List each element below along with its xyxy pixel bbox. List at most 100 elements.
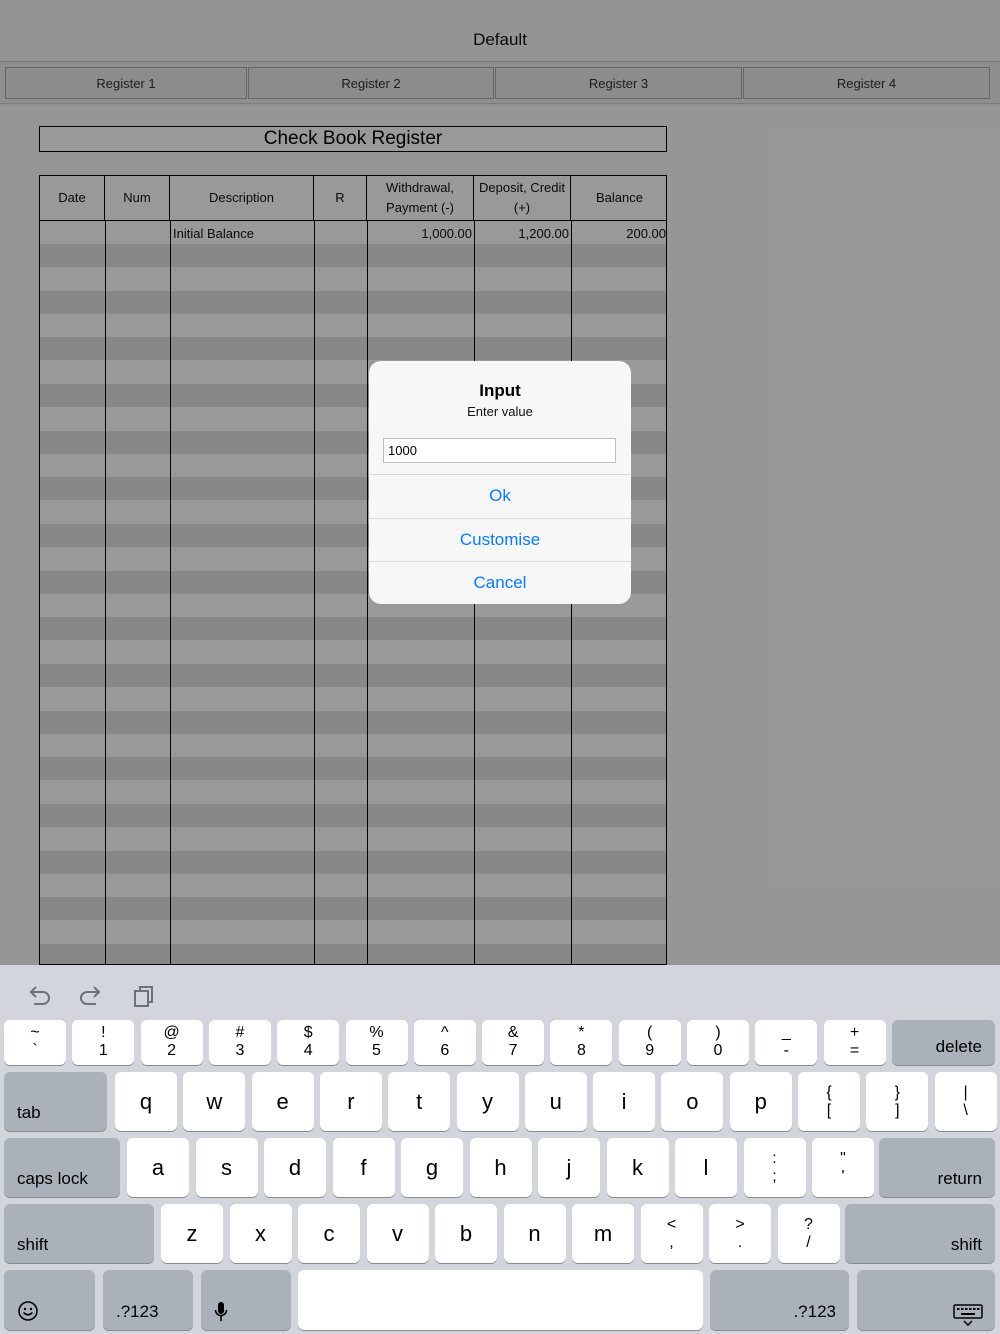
key-label: d	[288, 1154, 302, 1180]
keyboard-key[interactable]: v	[366, 1204, 429, 1263]
keyboard-key[interactable]: n	[503, 1204, 566, 1263]
keyboard-key[interactable]: y	[456, 1072, 519, 1131]
key-label: # 3	[235, 1024, 245, 1059]
keyboard-key[interactable]: t	[388, 1072, 451, 1131]
keyboard-key[interactable]: z	[161, 1204, 223, 1263]
keyboard-key[interactable]: q	[115, 1072, 177, 1131]
numbers-key-left[interactable]: .?123	[103, 1270, 193, 1330]
numbers-key-right[interactable]: .?123	[710, 1270, 849, 1330]
key-label: l	[703, 1154, 709, 1180]
caps-lock-key[interactable]: caps lock	[4, 1138, 120, 1197]
keyboard-key[interactable]: p	[729, 1072, 792, 1131]
emoji-icon	[18, 1301, 38, 1321]
keyboard-key[interactable]: ) 0	[687, 1020, 749, 1065]
numbers-key-left-label: .?123	[116, 1302, 159, 1321]
caps-lock-key-label: caps lock	[17, 1169, 88, 1188]
tab-key-label: tab	[17, 1103, 41, 1122]
keyboard-key[interactable]: i	[593, 1072, 656, 1131]
key-label: + =	[849, 1024, 860, 1059]
key-label: ! 1	[98, 1024, 108, 1059]
keyboard-key[interactable]: < ,	[640, 1204, 703, 1263]
keyboard-key[interactable]: a	[127, 1138, 189, 1197]
key-label: h	[494, 1154, 507, 1180]
keyboard-key[interactable]: ~ `	[4, 1020, 66, 1065]
keyboard-key[interactable]: f	[332, 1138, 395, 1197]
key-label: g	[425, 1154, 439, 1180]
keyboard-key[interactable]: b	[435, 1204, 497, 1263]
key-label: % 5	[369, 1024, 384, 1059]
hide-keyboard-key[interactable]	[857, 1270, 995, 1330]
key-label: s	[221, 1154, 232, 1180]
emoji-key[interactable]	[4, 1270, 95, 1330]
key-label: ) 0	[713, 1024, 723, 1059]
key-label: _ -	[781, 1024, 791, 1059]
keyboard-key[interactable]: { [	[798, 1072, 860, 1131]
keyboard-key[interactable]: o	[661, 1072, 724, 1131]
keyboard-key[interactable]: @ 2	[140, 1020, 203, 1065]
delete-key-label: delete	[935, 1037, 982, 1056]
keyboard-key[interactable]: k	[606, 1138, 669, 1197]
keyboard-key[interactable]: l	[675, 1138, 737, 1197]
keyboard-key[interactable]: ? /	[777, 1204, 840, 1263]
return-key-label: return	[937, 1169, 982, 1188]
keyboard-key[interactable]: _ -	[755, 1020, 818, 1065]
keyboard-key[interactable]: # 3	[208, 1020, 271, 1065]
redo-icon[interactable]	[78, 983, 104, 1009]
customise-button[interactable]: Customise	[369, 518, 631, 561]
shift-key-right[interactable]: shift	[845, 1204, 995, 1263]
keyboard-key[interactable]: : ;	[743, 1138, 806, 1197]
keyboard-key[interactable]: + =	[823, 1020, 886, 1065]
keyboard-key[interactable]: e	[251, 1072, 314, 1131]
keyboard-key[interactable]: % 5	[345, 1020, 408, 1065]
key-label: ^ 6	[440, 1024, 450, 1059]
keyboard-key[interactable]: " '	[812, 1138, 874, 1197]
key-label: * 8	[576, 1024, 586, 1059]
keyboard-key[interactable]: * 8	[550, 1020, 613, 1065]
space-bar[interactable]	[298, 1270, 703, 1330]
ok-button[interactable]: Ok	[369, 474, 631, 517]
keyboard-key[interactable]: | \	[934, 1072, 997, 1131]
return-key[interactable]: return	[879, 1138, 995, 1197]
key-label: k	[632, 1154, 643, 1180]
keyboard-key[interactable]: w	[183, 1072, 246, 1131]
key-label: x	[255, 1220, 266, 1246]
cancel-button[interactable]: Cancel	[369, 561, 631, 604]
key-label: y	[482, 1088, 493, 1114]
keyboard-key[interactable]: $ 4	[277, 1020, 340, 1065]
keyboard-key[interactable]: s	[195, 1138, 258, 1197]
key-label: & 7	[507, 1024, 519, 1059]
keyboard-key[interactable]: & 7	[482, 1020, 545, 1065]
key-label: b	[459, 1220, 473, 1246]
delete-key[interactable]: delete	[892, 1020, 995, 1065]
paste-icon[interactable]	[131, 983, 157, 1009]
key-label: t	[416, 1088, 423, 1114]
keyboard-key[interactable]: ^ 6	[413, 1020, 476, 1065]
keyboard-key[interactable]: c	[298, 1204, 360, 1263]
keyboard-key[interactable]: ! 1	[72, 1020, 135, 1065]
keyboard-key[interactable]: g	[401, 1138, 463, 1197]
key-label: } ]	[894, 1084, 900, 1119]
keyboard-key[interactable]: j	[538, 1138, 600, 1197]
keyboard-key[interactable]: h	[469, 1138, 532, 1197]
key-label: q	[139, 1088, 153, 1114]
shift-key-left[interactable]: shift	[4, 1204, 154, 1263]
key-label: n	[528, 1220, 541, 1246]
dialog-title: Input	[479, 381, 521, 400]
keyboard-key[interactable]: ( 9	[618, 1020, 681, 1065]
keyboard-key[interactable]: u	[524, 1072, 587, 1131]
keyboard-key[interactable]: } ]	[866, 1072, 929, 1131]
keyboard-key[interactable]: d	[264, 1138, 326, 1197]
key-label: a	[151, 1154, 165, 1180]
keyboard-key[interactable]: x	[229, 1204, 292, 1263]
keyboard-key[interactable]: > .	[709, 1204, 771, 1263]
undo-icon[interactable]	[26, 983, 52, 1009]
keyboard-key[interactable]: r	[319, 1072, 382, 1131]
value-input[interactable]	[383, 438, 616, 463]
key-label: r	[347, 1088, 355, 1114]
shift-key-right-label: shift	[950, 1235, 982, 1254]
keyboard-key[interactable]: m	[572, 1204, 634, 1263]
dictation-key[interactable]	[201, 1270, 291, 1330]
key-label: > .	[735, 1216, 745, 1251]
tab-key[interactable]: tab	[4, 1072, 107, 1131]
key-label: j	[566, 1154, 572, 1180]
